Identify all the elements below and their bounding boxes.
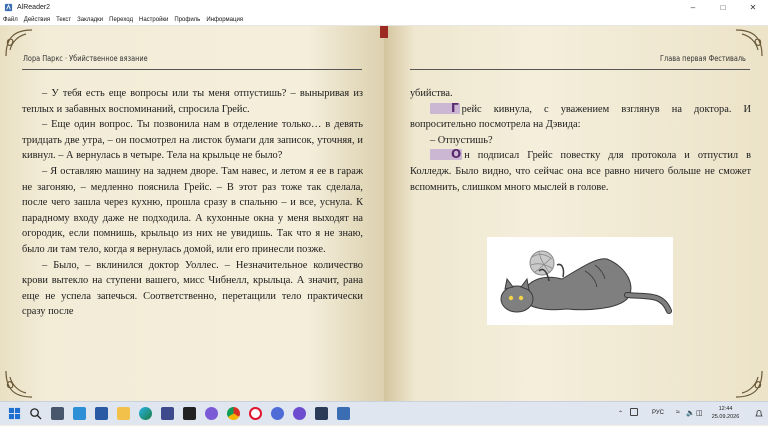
menu-bar: Файл Действия Текст Закладки Переход Нас… [0,15,768,26]
chrome-icon[interactable] [227,407,240,420]
explorer-icon[interactable] [117,407,130,420]
edge-icon[interactable] [139,407,152,420]
corner-ornament-icon [735,370,763,398]
paragraph: – Было, – вклинился доктор Уоллес. – Нез… [22,259,363,318]
app-icon-6[interactable] [315,407,328,420]
minimize-icon[interactable]: – [678,0,708,15]
clock[interactable]: 12:44 25.09.2026 [703,405,748,421]
clock-date: 25.09.2026 [711,414,740,420]
paragraph: – Я оставляю машину на заднем дворе. Там… [22,165,363,255]
right-page[interactable]: Глава первая Фестиваль убийства. Грейс к… [384,26,768,401]
app-icon-3[interactable] [205,407,218,420]
menu-item-profile[interactable]: Профиль [174,17,200,23]
notification-bell-icon[interactable] [754,409,764,419]
menu-item-info[interactable]: Информация [206,17,243,23]
menu-item-bookmarks[interactable]: Закладки [77,17,103,23]
left-page[interactable]: Лора Паркс · Убийственное вязание – У те… [0,26,384,401]
language-indicator[interactable]: РУС [652,410,664,416]
search-icon[interactable] [29,407,42,420]
paragraph: Грейс кивнула, с уважением взглянув на д… [410,100,751,131]
menu-item-navigate[interactable]: Переход [109,17,133,23]
drop-cap: О [430,148,463,161]
app-icon-1[interactable] [161,407,174,420]
power-icon[interactable]: ◫ [696,409,703,417]
corner-ornament-icon [5,370,33,398]
paragraph: – У тебя есть еще вопросы или ты меня от… [22,88,363,115]
app-window: AlReader2 – □ ✕ Файл Действия Текст Закл… [0,0,768,425]
app-icon-4[interactable] [271,407,284,420]
header-divider [410,69,750,70]
maximize-icon[interactable]: □ [708,0,738,15]
drop-cap: Г [430,102,460,114]
cat-with-yarn-icon [500,250,672,314]
page-header-chapter: Глава первая Фестиваль [660,54,746,63]
volume-icon[interactable]: 🔈 [686,409,695,417]
widgets-icon[interactable] [73,407,86,420]
battery-icon[interactable] [630,408,638,416]
app-icon-2[interactable] [183,407,196,420]
header-divider [22,69,362,70]
paragraph: Он подписал Грейс повестку для протокола… [410,147,751,193]
opera-icon[interactable] [249,407,262,420]
clock-time: 12:44 [718,406,733,412]
title-bar: AlReader2 – □ ✕ [0,0,768,15]
menu-item-text[interactable]: Текст [56,17,71,23]
alreader-icon[interactable] [337,407,350,420]
wifi-icon[interactable]: ≈ [676,409,680,416]
cat-illustration [487,237,673,325]
app-logo-icon [4,3,13,12]
right-page-text: убийства. Грейс кивнула, с уважением взг… [410,86,751,195]
menu-item-file[interactable]: Файл [3,17,18,23]
windows-start-icon[interactable] [8,407,21,420]
chevron-up-icon[interactable]: ⌃ [618,410,623,417]
book-view[interactable]: Лора Паркс · Убийственное вязание – У те… [0,26,768,401]
taskbar: ⌃ РУС ≈ 🔈 ◫ 12:44 25.09.2026 [0,401,768,425]
app-icon-5[interactable] [293,407,306,420]
paragraph: – Отпустишь? [430,134,493,146]
store-icon[interactable] [95,407,108,420]
paragraph: убийства. [410,88,453,99]
task-view-icon[interactable] [51,407,64,420]
page-header-author-title: Лора Паркс · Убийственное вязание [23,54,148,63]
menu-item-settings[interactable]: Настройки [139,17,168,23]
bookmark-ribbon [380,26,388,38]
paragraph: – Еще один вопрос. Ты позвонила нам в от… [22,119,363,162]
menu-item-actions[interactable]: Действия [24,17,50,23]
window-title: AlReader2 [17,4,51,11]
left-page-text: – У тебя есть еще вопросы или ты меня от… [22,86,363,320]
close-icon[interactable]: ✕ [738,0,768,15]
